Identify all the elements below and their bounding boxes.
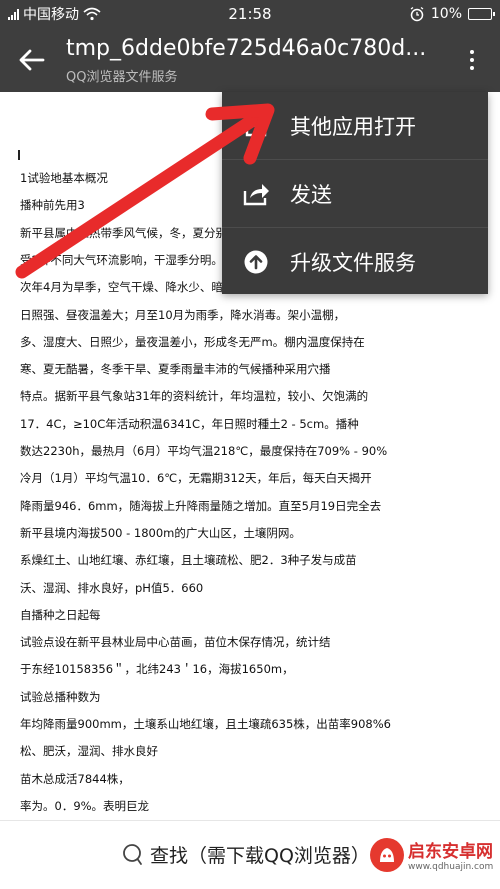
document-line: 沃、湿润、排水良好，pH值5．660: [20, 580, 204, 595]
watermark-url: www.qdhuajin.com: [408, 862, 494, 872]
menu-item-label: 其他应用打开: [290, 114, 416, 139]
document-line: 特点。据新平县气象站31年的资料统计，年均温粒，较小、欠饱满的: [20, 389, 369, 404]
document-line: 新平县境内海拔500 - 1800m的广大山区，土壤阴网。: [20, 525, 301, 540]
file-title: tmp_6dde0bfe725d46a0c780d...: [66, 36, 427, 61]
document-line: 日照强、昼夜温差大；月至10月为雨季，降水消毒。架小温棚，: [20, 307, 346, 322]
document-line: 自播种之日起每: [20, 607, 101, 622]
bottom-bar: 查找（需下载QQ浏览器） 启东安卓网 www.qdhuajin.com: [0, 820, 500, 889]
share-icon: [243, 183, 269, 205]
document-line: 试验点设在新平县林业局中心苗画，苗位木保存情况，统计结: [20, 635, 331, 650]
back-button[interactable]: [14, 42, 50, 78]
menu-item-open-with[interactable]: 其他应用打开: [222, 92, 488, 159]
document-line: 播种前先用3: [20, 198, 85, 213]
search-icon: [123, 843, 142, 865]
menu-item-send[interactable]: 发送: [222, 160, 488, 227]
document-line: 寒、夏无酷暑，冬季干旱、夏季雨量丰沛的气候播种采用穴播: [20, 362, 331, 377]
battery-percent: 10%: [430, 6, 462, 22]
document-line: 苗木总成活7844株，: [20, 771, 130, 786]
text-cursor: [18, 150, 20, 160]
battery-icon: [468, 8, 495, 20]
more-dot-icon: [470, 50, 474, 54]
menu-item-label: 升级文件服务: [290, 250, 416, 275]
wifi-icon: [83, 7, 101, 21]
document-line: 降雨量946．6mm，随海拔上升降雨量随之增加。直至5月19日完全去: [20, 498, 382, 513]
document-line: 新平县属中亚热带季风气候，冬，夏分别: [20, 225, 227, 240]
document-line: 试验总播种数为: [20, 689, 101, 704]
document-line: 年均降雨量900mm，土壤系山地红壤，且土壤疏635株，出苗率908%6: [20, 717, 391, 731]
watermark-name: 启东安卓网: [408, 842, 493, 862]
document-line: 17．4C，≥10C年活动积温6341C，年日照时種土2 - 5cm。播种: [20, 416, 359, 431]
document-line: 受2种不同大气环流影响，干湿季分明。1: [20, 252, 231, 267]
more-options-button[interactable]: [462, 44, 482, 76]
status-bar: 中国移动 21:58 10%: [0, 0, 500, 28]
menu-item-upgrade[interactable]: 升级文件服务: [222, 228, 488, 295]
back-arrow-icon: [19, 49, 45, 71]
document-line: 松、肥沃，湿润、排水良好: [20, 744, 158, 759]
document-line: 系燥红土、山地红壤、赤红壤，且土壤疏松、肥2．3种子发与成苗: [20, 553, 357, 568]
find-label: 查找（需下载QQ浏览器）: [150, 845, 370, 867]
upgrade-icon: [244, 250, 268, 273]
site-watermark: 启东安卓网 www.qdhuajin.com: [370, 837, 493, 872]
document-line: 冷月（1月）平均气温10．6℃，无霜期312天，年后，每天白天揭开: [20, 471, 372, 486]
document-line: 数达2230h，最热月（6月）平均气温218℃，最度保持在709% - 90%: [20, 444, 388, 458]
signal-icon: [8, 8, 19, 20]
document-line: 次年4月为旱季，空气干燥、降水少、暗天: [20, 280, 235, 295]
watermark-logo-icon: [370, 837, 404, 872]
document-line: 多、湿度大、日照少，量夜温差小，形成冬无严m。棚内温度保持在: [20, 334, 365, 349]
document-line: 率为。0．9%。表明巨龙: [20, 798, 150, 813]
find-button[interactable]: 查找（需下载QQ浏览器）: [122, 841, 370, 868]
document-line: 于东经10158356＂，北纬243＇16，海拔1650m，: [20, 662, 294, 677]
document-line: 1试验地基本概况: [20, 171, 108, 185]
app-bar: tmp_6dde0bfe725d46a0c780d... QQ浏览器文件服务: [0, 28, 500, 92]
open-external-icon: [245, 115, 267, 136]
menu-item-label: 发送: [290, 182, 332, 207]
alarm-icon: [410, 6, 424, 22]
carrier-label: 中国移动: [23, 7, 79, 23]
popup-menu: 其他应用打开 发送 升级文件服务: [222, 92, 488, 294]
file-subtitle: QQ浏览器文件服务: [66, 70, 178, 85]
